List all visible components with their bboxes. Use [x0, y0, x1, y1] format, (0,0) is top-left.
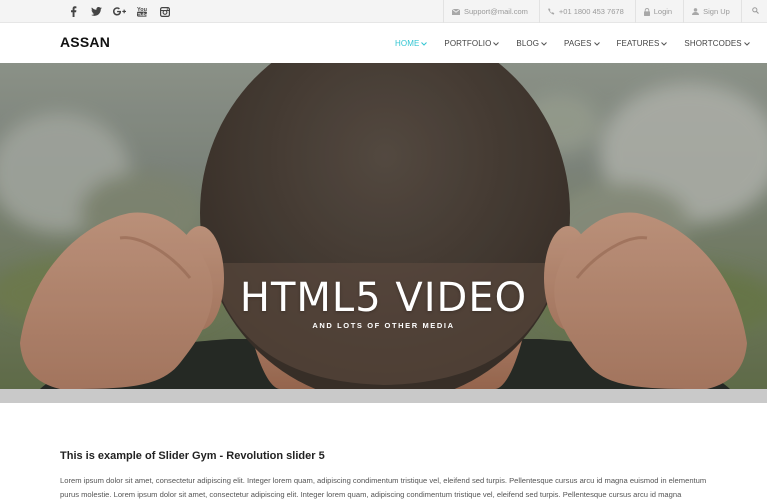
site-header: ASSAN HOME PORTFOLIO BLOG PAGES FEATURES… — [0, 23, 767, 63]
chevron-down-icon — [743, 39, 750, 48]
nav-label: FEATURES — [616, 38, 660, 48]
google-plus-icon[interactable] — [108, 0, 130, 23]
chevron-down-icon — [421, 39, 428, 48]
login-text: Login — [653, 7, 673, 16]
signup-text: Sign Up — [703, 7, 730, 16]
svg-text:Tube: Tube — [138, 12, 147, 17]
search-icon — [752, 7, 759, 16]
hero-subtitle: AND LOTS OF OTHER MEDIA — [312, 321, 455, 330]
hero-video-background — [0, 63, 767, 389]
nav-item-portfolio[interactable]: PORTFOLIO — [444, 38, 500, 48]
chevron-down-icon — [541, 39, 547, 48]
envelope-icon — [452, 8, 460, 15]
nav-label: PORTFOLIO — [444, 38, 492, 48]
signup-link[interactable]: Sign Up — [683, 0, 741, 23]
nav-item-pages[interactable]: PAGES — [564, 38, 600, 48]
nav-label: PAGES — [564, 38, 592, 48]
hero-title: HTML5 VIDEO — [239, 275, 528, 321]
youtube-icon[interactable]: You Tube — [131, 0, 153, 23]
chevron-down-icon — [661, 39, 668, 48]
nav-label: BLOG — [516, 38, 540, 48]
instagram-icon[interactable] — [154, 0, 176, 23]
nav-label: HOME — [395, 38, 420, 48]
phone-icon — [548, 8, 555, 15]
top-contact-bar: Support@mail.com +01 1800 453 7678 Login… — [443, 0, 767, 23]
section-title: This is example of Slider Gym - Revoluti… — [60, 450, 325, 462]
nav-item-blog[interactable]: BLOG — [516, 39, 547, 48]
chevron-down-icon — [593, 39, 600, 48]
nav-item-home[interactable]: HOME — [395, 38, 428, 48]
twitter-icon[interactable] — [85, 0, 107, 23]
main-nav: HOME PORTFOLIO BLOG PAGES FEATURES SHORT… — [395, 23, 750, 63]
nav-item-features[interactable]: FEATURES — [617, 39, 668, 48]
slider-bottom-bar — [0, 389, 767, 403]
section-paragraph: Lorem ipsum dolor sit amet, consectetur … — [60, 476, 707, 499]
facebook-icon[interactable] — [62, 0, 84, 23]
top-bar: You Tube Support@mail.com +01 1800 453 76… — [0, 0, 767, 23]
phone-text: +01 1800 453 7678 — [558, 7, 624, 16]
hero-slider: HTML5 VIDEO AND LOTS OF OTHER MEDIA — [0, 63, 767, 389]
lock-icon — [643, 7, 650, 16]
chevron-down-icon — [493, 39, 500, 48]
social-links: You Tube — [62, 0, 177, 23]
search-button[interactable] — [740, 0, 767, 23]
email-text: Support@mail.com — [464, 7, 528, 16]
phone-link[interactable]: +01 1800 453 7678 — [538, 0, 635, 23]
nav-label: SHORTCODES — [684, 38, 742, 48]
login-link[interactable]: Login — [634, 0, 683, 23]
nav-item-shortcodes[interactable]: SHORTCODES — [684, 38, 750, 48]
email-link[interactable]: Support@mail.com — [443, 0, 539, 23]
logo[interactable]: ASSAN — [60, 34, 110, 50]
user-icon — [692, 8, 700, 15]
